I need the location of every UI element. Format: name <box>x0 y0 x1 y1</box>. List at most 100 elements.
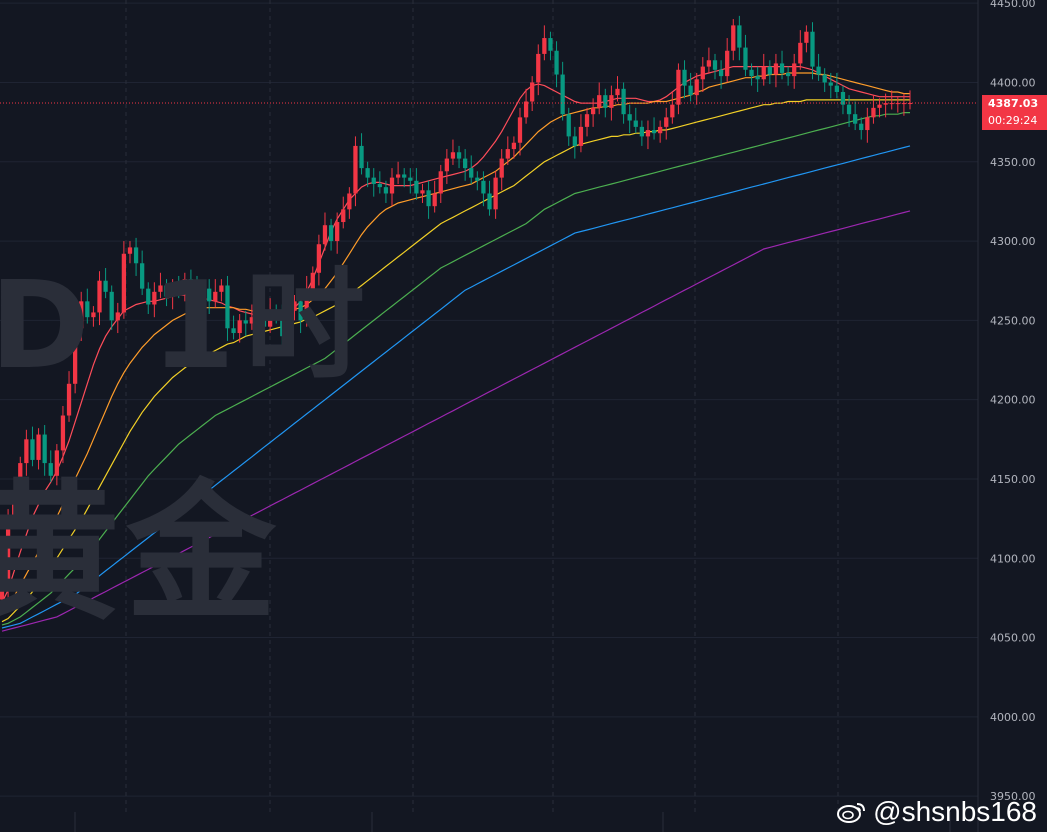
candle <box>121 241 127 319</box>
candle-body <box>658 126 663 134</box>
candle <box>310 266 315 299</box>
candle <box>450 139 456 165</box>
candle <box>225 275 230 341</box>
candle-body <box>530 82 535 102</box>
candle-body <box>72 328 78 384</box>
price-tick-label: 4150.00 <box>990 473 1036 486</box>
candle <box>268 298 273 334</box>
handle-text: @shsnbs168 <box>873 796 1037 827</box>
candle <box>91 306 96 327</box>
candle-body <box>207 288 212 302</box>
candle-body <box>225 285 230 329</box>
candle-body <box>377 183 382 188</box>
candlestick-chart[interactable]: 3950.004000.004050.004100.004150.004200.… <box>0 0 1047 832</box>
price-tick-label: 4400.00 <box>990 76 1036 89</box>
candle-body <box>785 72 791 77</box>
candle-body <box>487 193 492 210</box>
candle-body <box>834 85 840 92</box>
candle <box>36 428 41 470</box>
candle <box>18 456 23 505</box>
ma-line-ma20 <box>1 72 910 613</box>
candle-body <box>590 107 596 115</box>
candle-body <box>572 136 577 146</box>
candle <box>664 107 669 140</box>
candle <box>633 107 638 134</box>
candle-body <box>554 50 559 75</box>
candle-body <box>767 66 772 75</box>
candle-body <box>584 114 590 127</box>
moving-average-lines <box>1 65 911 632</box>
candle-body <box>286 310 291 337</box>
candle-body <box>560 74 565 115</box>
candle <box>152 282 157 318</box>
candle <box>456 145 462 169</box>
candle-body <box>743 47 748 70</box>
candle-body <box>840 91 846 105</box>
candle-body <box>347 193 352 210</box>
candle <box>804 25 809 53</box>
candle-body <box>639 126 644 137</box>
candle <box>840 85 846 115</box>
candle-body <box>597 95 602 108</box>
candle-body <box>97 280 102 313</box>
candle <box>737 15 742 61</box>
candle-body <box>645 130 651 137</box>
price-tick-label: 4300.00 <box>990 235 1036 248</box>
candle <box>639 120 644 146</box>
candle-body <box>0 586 5 600</box>
candle-body <box>779 63 785 73</box>
candle-body <box>505 149 510 159</box>
candle-body <box>243 320 248 324</box>
candle <box>48 450 53 483</box>
candle-body <box>274 310 279 315</box>
candle-body <box>249 317 254 324</box>
candle-body <box>865 117 870 131</box>
candle <box>731 19 736 61</box>
candle <box>712 53 718 80</box>
candle-body <box>712 60 718 70</box>
candle <box>572 126 577 159</box>
price-tick-label: 4450.00 <box>990 0 1036 10</box>
candle-body <box>426 190 431 207</box>
candle-body <box>511 142 517 150</box>
candle <box>761 53 766 86</box>
candle-body <box>475 177 480 181</box>
candle-body <box>450 152 456 159</box>
candle-body <box>115 312 120 321</box>
candle <box>542 25 547 61</box>
candle <box>395 161 401 184</box>
candle <box>0 580 5 609</box>
candle-body <box>30 439 35 460</box>
candle-body <box>127 247 133 254</box>
candle-body <box>706 60 712 67</box>
candle-body <box>341 209 346 223</box>
candle <box>158 272 163 299</box>
candle-body <box>846 104 852 115</box>
candle-body <box>828 82 833 86</box>
candle-body <box>389 177 395 194</box>
candle <box>200 282 206 318</box>
candle <box>792 53 797 89</box>
candle-body <box>219 285 224 292</box>
candle <box>658 120 663 143</box>
price-tick-label: 4250.00 <box>990 314 1036 327</box>
candle-body <box>804 31 809 43</box>
candle-body <box>359 145 364 169</box>
candle <box>487 180 492 216</box>
candle-body <box>456 152 462 159</box>
candle <box>645 120 651 150</box>
candle-body <box>158 285 163 292</box>
candle <box>316 234 322 286</box>
candle-body <box>36 434 41 460</box>
price-tick-label: 4100.00 <box>990 552 1036 565</box>
candle-body <box>109 291 114 321</box>
candle <box>627 104 632 134</box>
candle <box>706 47 712 73</box>
candle <box>621 82 626 124</box>
candle-body <box>408 177 413 181</box>
candle <box>12 482 17 525</box>
candle <box>341 196 346 229</box>
candle-body <box>298 301 303 321</box>
candle <box>444 149 449 184</box>
candle <box>60 406 66 464</box>
